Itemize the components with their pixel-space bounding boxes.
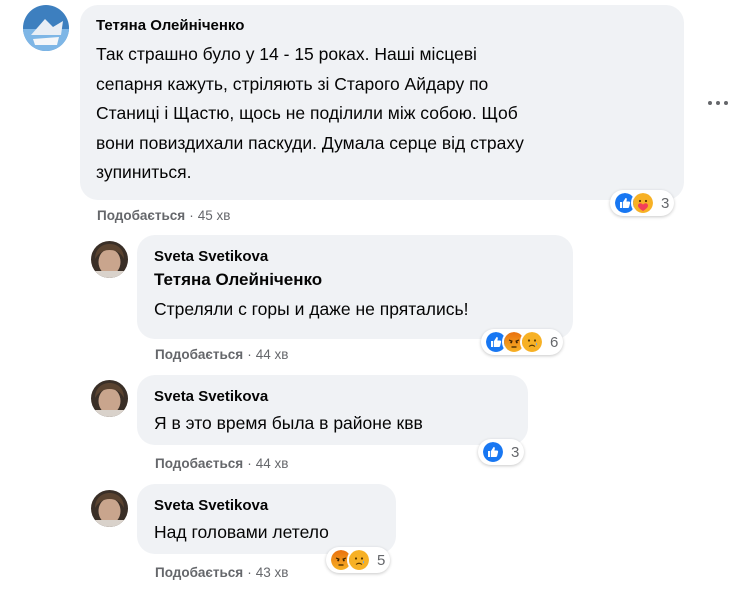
mention-tag[interactable]: Тетяна Олейніченко (154, 268, 561, 292)
separator-dot: · (247, 347, 252, 362)
comment-text: сепарня кажуть, стріляють зі Старого Айд… (96, 73, 489, 94)
timestamp[interactable]: 44 хв (256, 347, 289, 362)
sad-icon (347, 548, 371, 572)
comment-bubble: Тетяна Олейніченко Так страшно було у 14… (80, 5, 684, 200)
care-icon (631, 191, 655, 215)
comment-author[interactable]: Sveta Svetikova (154, 496, 384, 516)
reaction-summary[interactable]: 3 (478, 439, 525, 465)
like-button[interactable]: Подобається (155, 456, 243, 471)
like-icon (481, 440, 505, 464)
reaction-summary[interactable]: 6 (481, 329, 564, 355)
comment-meta: Подобається · 44 хв (155, 346, 288, 364)
dot (708, 101, 712, 105)
separator-dot: · (247, 456, 252, 471)
avatar[interactable] (91, 380, 128, 417)
comment-meta: Подобається · 45 хв (97, 207, 230, 225)
avatar[interactable] (91, 241, 128, 278)
comment-text: Стреляли с горы и даже не прятались! (154, 299, 469, 319)
comment-bubble: Sveta Svetikova Над головами летело (137, 484, 396, 554)
comment-text: вони повиздихали паскуди. Думала серце в… (96, 132, 524, 153)
comment-meta: Подобається · 43 хв (155, 564, 288, 582)
comment-author[interactable]: Sveta Svetikova (154, 387, 516, 407)
comment-meta: Подобається · 44 хв (155, 455, 288, 473)
more-options-button[interactable] (703, 93, 733, 113)
comment-author[interactable]: Sveta Svetikova (154, 247, 561, 267)
comment-bubble: Sveta Svetikova Я в это время была в рай… (137, 375, 528, 445)
comment-text: Станиці і Щастю, щось не поділили між со… (96, 103, 518, 123)
reaction-count: 3 (511, 443, 520, 461)
reaction-count: 6 (550, 333, 559, 351)
comment-text: зупиниться. (96, 162, 192, 182)
separator-dot: · (247, 565, 252, 580)
dot (724, 101, 728, 105)
comment-author[interactable]: Тетяна Олейніченко (96, 16, 672, 36)
separator-dot: · (189, 208, 194, 223)
reaction-count: 3 (661, 194, 670, 212)
comment-bubble: Sveta Svetikova Тетяна Олейніченко Стрел… (137, 235, 573, 339)
comment-text: Так страшно було у 14 - 15 роках. Наші м… (96, 44, 477, 64)
timestamp[interactable]: 44 хв (256, 456, 289, 471)
comment-text: Я в это время была в районе квв (154, 413, 423, 433)
like-button[interactable]: Подобається (97, 208, 185, 223)
reaction-summary[interactable]: 5 (326, 547, 391, 573)
reaction-count: 5 (377, 551, 386, 569)
comment-text: Над головами летело (154, 522, 329, 542)
avatar[interactable] (23, 5, 69, 51)
like-button[interactable]: Подобається (155, 347, 243, 362)
timestamp[interactable]: 45 хв (198, 208, 231, 223)
reaction-summary[interactable]: 3 (610, 190, 675, 216)
avatar[interactable] (91, 490, 128, 527)
sad-icon (520, 330, 544, 354)
like-button[interactable]: Подобається (155, 565, 243, 580)
timestamp[interactable]: 43 хв (256, 565, 289, 580)
dot (716, 101, 720, 105)
